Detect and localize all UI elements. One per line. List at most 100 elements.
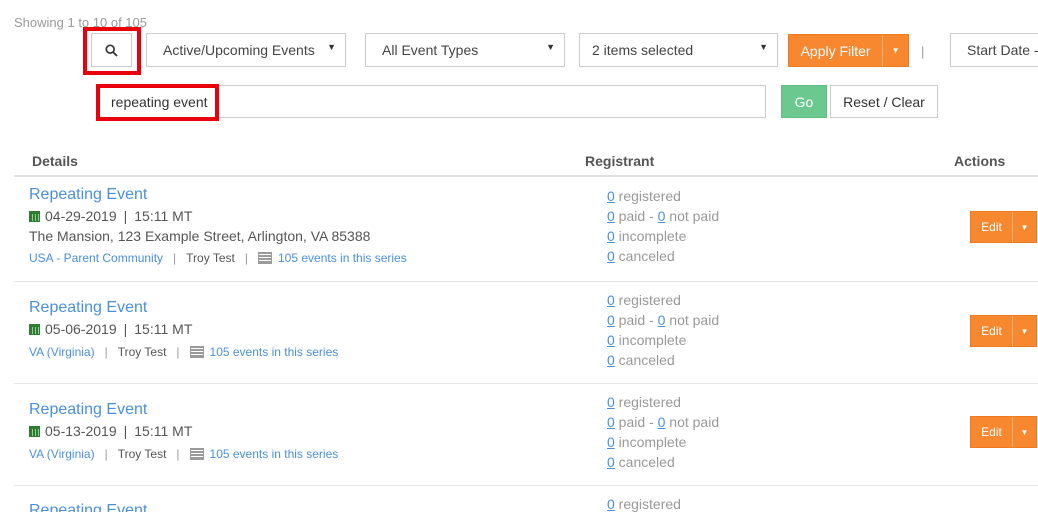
- canceled-label: canceled: [614, 454, 675, 470]
- event-time: 15:11 MT: [134, 208, 193, 224]
- community-link[interactable]: VA (Virginia): [29, 345, 95, 359]
- registered-label: registered: [614, 292, 681, 308]
- incomplete-count-link[interactable]: 0: [607, 434, 615, 450]
- canceled-count-link[interactable]: 0: [607, 454, 615, 470]
- not-paid-label: not paid: [665, 414, 720, 430]
- column-header-registrant: Registrant: [585, 153, 655, 169]
- registrant-stats: 0 registered 0 paid - 0 not paid 0 incom…: [607, 392, 719, 472]
- filter-separator: |: [921, 44, 925, 59]
- event-title-link[interactable]: Repeating Event: [29, 401, 147, 419]
- incomplete-label: incomplete: [614, 228, 687, 244]
- column-header-details: Details: [32, 153, 78, 169]
- caret-down-icon: ▼: [891, 46, 900, 55]
- registrant-stats: 0 registered 0 paid - 0 not paid 0 incom…: [607, 290, 719, 370]
- paid-count-link[interactable]: 0: [607, 312, 615, 328]
- edit-button[interactable]: Edit ▼: [970, 416, 1037, 448]
- not-paid-label: not paid: [665, 208, 720, 224]
- not-paid-label: not paid: [665, 312, 720, 328]
- incomplete-count-link[interactable]: 0: [607, 228, 615, 244]
- event-datetime: 05-13-2019 | 15:11 MT: [29, 423, 192, 439]
- event-title-link[interactable]: Repeating Event: [29, 502, 147, 512]
- edit-label: Edit: [981, 425, 1002, 439]
- event-date: 05-13-2019: [45, 423, 117, 439]
- event-address: The Mansion, 123 Example Street, Arlingt…: [29, 228, 371, 244]
- edit-button[interactable]: Edit ▼: [970, 315, 1037, 347]
- registered-label: registered: [614, 394, 681, 410]
- event-title-link[interactable]: Repeating Event: [29, 299, 147, 317]
- paid-label: paid -: [614, 414, 658, 430]
- series-icon: [189, 346, 204, 358]
- event-time: 15:11 MT: [134, 423, 193, 439]
- calendar-icon: [29, 425, 40, 437]
- event-meta: USA - Parent Community | Troy Test | 105…: [29, 251, 407, 265]
- table-row: Repeating Event 0 registered: [14, 486, 1038, 512]
- paid-count-link[interactable]: 0: [607, 208, 615, 224]
- paid-count-link[interactable]: 0: [607, 414, 615, 430]
- apply-filter-dropdown-toggle[interactable]: ▼: [882, 35, 908, 66]
- canceled-count-link[interactable]: 0: [607, 352, 615, 368]
- caret-down-icon: ▼: [327, 42, 336, 52]
- sort-select[interactable]: Start Date -: [950, 33, 1038, 67]
- event-date: 05-06-2019: [45, 321, 117, 337]
- caret-down-icon: ▼: [1020, 326, 1029, 336]
- event-title-link[interactable]: Repeating Event: [29, 186, 147, 204]
- column-header-actions: Actions: [954, 153, 1006, 169]
- series-link[interactable]: 105 events in this series: [210, 447, 339, 461]
- table-row: Repeating Event 05-06-2019 | 15:11 MT VA…: [14, 282, 1038, 384]
- community-link[interactable]: VA (Virginia): [29, 447, 95, 461]
- edit-dropdown-toggle[interactable]: ▼: [1012, 417, 1036, 447]
- edit-label: Edit: [981, 220, 1002, 234]
- multi-select-value: 2 items selected: [592, 42, 694, 58]
- registrant-stats: 0 registered: [607, 494, 681, 512]
- event-meta: VA (Virginia) | Troy Test | 105 events i…: [29, 345, 339, 359]
- event-datetime: 04-29-2019 | 15:11 MT: [29, 208, 192, 224]
- event-owner: Troy Test: [117, 345, 167, 359]
- registered-label: registered: [614, 496, 681, 512]
- edit-dropdown-toggle[interactable]: ▼: [1012, 316, 1036, 346]
- series-link[interactable]: 105 events in this series: [278, 251, 407, 265]
- calendar-icon: [29, 323, 40, 335]
- multi-select-dropdown[interactable]: 2 items selected ▼: [579, 33, 778, 67]
- highlight-box-search-text: [96, 84, 219, 121]
- event-datetime: 05-06-2019 | 15:11 MT: [29, 321, 192, 337]
- registered-count-link[interactable]: 0: [607, 496, 615, 512]
- event-owner: Troy Test: [186, 251, 235, 265]
- caret-down-icon: ▼: [759, 42, 768, 52]
- edit-dropdown-toggle[interactable]: ▼: [1012, 212, 1036, 242]
- event-type-select[interactable]: All Event Types ▼: [365, 33, 565, 67]
- registered-count-link[interactable]: 0: [607, 394, 615, 410]
- edit-button[interactable]: Edit ▼: [970, 211, 1037, 243]
- event-owner: Troy Test: [117, 447, 167, 461]
- paid-label: paid -: [614, 312, 658, 328]
- reset-clear-button[interactable]: Reset / Clear: [830, 85, 938, 118]
- community-link[interactable]: USA - Parent Community: [29, 251, 163, 265]
- registered-count-link[interactable]: 0: [607, 292, 615, 308]
- go-button[interactable]: Go: [781, 85, 827, 118]
- registered-count-link[interactable]: 0: [607, 188, 615, 204]
- event-meta: VA (Virginia) | Troy Test | 105 events i…: [29, 447, 339, 461]
- series-icon: [189, 448, 204, 460]
- incomplete-count-link[interactable]: 0: [607, 332, 615, 348]
- incomplete-label: incomplete: [614, 332, 687, 348]
- registrant-stats: 0 registered 0 paid - 0 not paid 0 incom…: [607, 186, 719, 266]
- canceled-label: canceled: [614, 248, 675, 264]
- incomplete-label: incomplete: [614, 434, 687, 450]
- canceled-label: canceled: [614, 352, 675, 368]
- apply-filter-button[interactable]: Apply Filter ▼: [788, 34, 909, 67]
- table-row: Repeating Event 04-29-2019 | 15:11 MT Th…: [14, 177, 1038, 282]
- event-time: 15:11 MT: [134, 321, 193, 337]
- event-status-select-value: Active/Upcoming Events: [163, 42, 315, 58]
- series-link[interactable]: 105 events in this series: [210, 345, 339, 359]
- paid-label: paid -: [614, 208, 658, 224]
- event-date: 04-29-2019: [45, 208, 117, 224]
- highlight-box-search: [83, 27, 141, 75]
- event-status-select[interactable]: Active/Upcoming Events ▼: [146, 33, 346, 67]
- caret-down-icon: ▼: [1020, 427, 1029, 437]
- calendar-icon: [29, 210, 40, 222]
- registered-label: registered: [614, 188, 681, 204]
- event-type-select-value: All Event Types: [382, 42, 479, 58]
- series-icon: [257, 252, 272, 264]
- canceled-count-link[interactable]: 0: [607, 248, 615, 264]
- apply-filter-label: Apply Filter: [800, 42, 871, 59]
- caret-down-icon: ▼: [1020, 222, 1029, 232]
